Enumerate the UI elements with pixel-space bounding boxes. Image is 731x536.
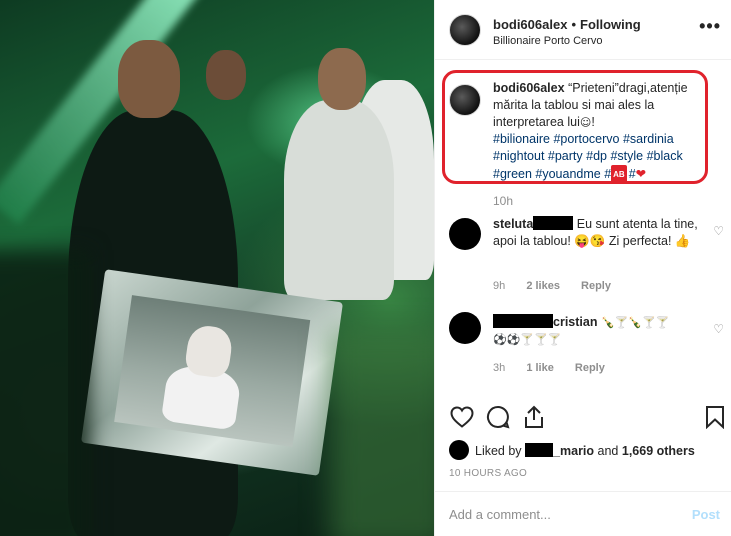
- comment-meta: 9h 2 likes Reply: [493, 280, 629, 292]
- hashtags-line[interactable]: #green #youandme #: [493, 167, 611, 181]
- author-username[interactable]: bodi606alex: [493, 17, 567, 32]
- reply-button[interactable]: Reply: [581, 280, 611, 292]
- liker-avatar[interactable]: [449, 440, 469, 460]
- liker-username[interactable]: _mario: [553, 444, 594, 458]
- commenter-avatar[interactable]: [449, 312, 481, 344]
- foreground-blur: [330, 330, 434, 536]
- post-photo[interactable]: [0, 0, 434, 536]
- comment-emojis: 🍾🍸🍾🍸🍸: [600, 316, 670, 329]
- hashtags-line[interactable]: #bilionaire #portocervo #sardinia: [493, 132, 674, 146]
- caption-time: 10h: [493, 194, 514, 208]
- foreground-blur: [0, 250, 90, 536]
- background-person-head: [318, 48, 366, 110]
- red-heart-icon: ❤: [635, 167, 647, 181]
- emoji-icon: ☺: [579, 116, 592, 129]
- redacted-block: [533, 216, 574, 230]
- comment-likes[interactable]: 2 likes: [526, 280, 560, 292]
- comment-meta: 3h 1 like Reply: [493, 362, 623, 374]
- more-icon[interactable]: •••: [699, 16, 721, 37]
- commenter-avatar[interactable]: [449, 218, 481, 250]
- hashtags-line[interactable]: #nightout #party #dp #style #black: [493, 149, 683, 163]
- separator-dot: •: [571, 17, 576, 32]
- action-bar: [449, 404, 724, 434]
- header-user-line: bodi606alex • Following: [493, 17, 641, 32]
- post-header: bodi606alex • Following Billionaire Porto …: [435, 0, 731, 60]
- heart-small-icon[interactable]: ♡: [713, 224, 724, 238]
- hashtag-heart[interactable]: #: [629, 167, 636, 181]
- comment-likes[interactable]: 1 like: [526, 362, 554, 374]
- likes-count[interactable]: 1,669 others: [622, 444, 695, 458]
- follow-button[interactable]: Following: [580, 17, 641, 32]
- mirror-frame: [80, 269, 344, 476]
- comment-body: steluta Eu sunt atenta la tine, apoi la …: [493, 216, 698, 250]
- likes-and: and: [597, 444, 619, 458]
- caption-text: bodi606alex “Prieteni”dragi,atenție mări…: [493, 80, 713, 184]
- comment-body: cristian 🍾🍸🍾🍸🍸 ⚽⚽🍸🍸🍸: [493, 314, 698, 348]
- caption-end: !: [591, 115, 595, 129]
- likes-text: Liked by _mario and 1,669 others: [475, 443, 695, 458]
- background-person: [284, 100, 394, 300]
- author-avatar[interactable]: [449, 14, 481, 46]
- background-person-head: [206, 50, 246, 100]
- redacted-block: [525, 443, 554, 457]
- liked-by-label: Liked by: [475, 444, 522, 458]
- comment-input[interactable]: Add a comment...: [449, 507, 551, 522]
- ab-badge-icon: AB: [611, 165, 627, 184]
- post-button[interactable]: Post: [692, 507, 720, 522]
- main-person-head: [118, 40, 180, 118]
- caption-avatar[interactable]: [449, 84, 481, 116]
- comment-emojis: ⚽⚽🍸🍸🍸: [493, 333, 562, 346]
- comment-time: 9h: [493, 280, 506, 292]
- commenter-username[interactable]: cristian: [553, 315, 597, 329]
- framed-picture: [114, 295, 311, 447]
- location-link[interactable]: Billionaire Porto Cervo: [493, 35, 602, 47]
- add-comment-bar: Add a comment... Post: [435, 491, 731, 536]
- comment-icon[interactable]: [485, 404, 511, 430]
- caption-username[interactable]: bodi606alex: [493, 81, 565, 95]
- reply-button[interactable]: Reply: [575, 362, 605, 374]
- dog-shape: [183, 323, 235, 380]
- bookmark-icon[interactable]: [702, 404, 728, 430]
- heart-small-icon[interactable]: ♡: [713, 322, 724, 336]
- post-time-ago: 10 HOURS AGO: [449, 468, 528, 479]
- heart-icon[interactable]: [449, 404, 475, 430]
- likes-row: Liked by _mario and 1,669 others: [449, 440, 724, 460]
- commenter-username[interactable]: steluta: [493, 217, 533, 231]
- share-icon[interactable]: [521, 404, 547, 430]
- comment-time: 3h: [493, 362, 506, 374]
- redacted-block: [493, 314, 553, 328]
- post-details-panel: bodi606alex • Following Billionaire Porto …: [434, 0, 731, 536]
